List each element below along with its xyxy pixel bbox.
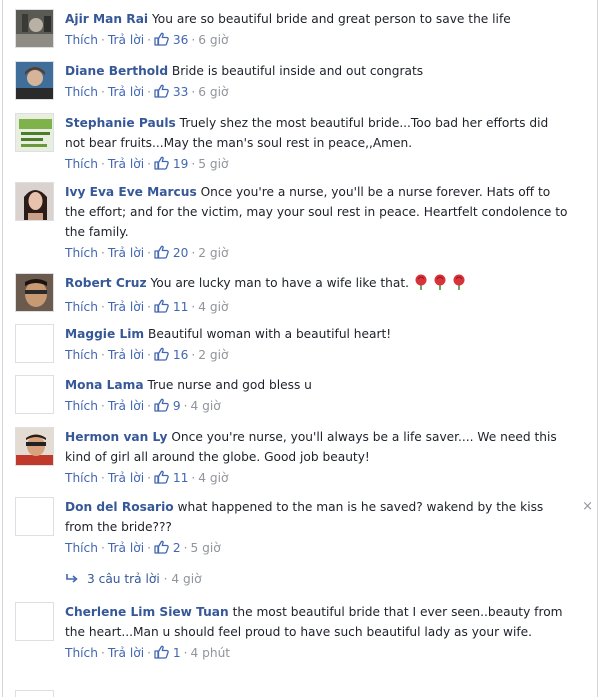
reply-link[interactable]: Trả lời: [108, 33, 144, 47]
comment-time[interactable]: 5 giờ: [190, 541, 220, 555]
like-link[interactable]: Thích: [65, 348, 98, 362]
thumbs-up-icon: [154, 398, 169, 412]
comment-actions: Thích · Trả lời · 33 · 6 giờ: [65, 84, 229, 99]
view-replies-link[interactable]: 3 câu trả lời · 4 giờ: [65, 570, 202, 588]
avatar[interactable]: [15, 113, 54, 152]
comment-time[interactable]: 4 giờ: [198, 300, 228, 314]
avatar[interactable]: [15, 375, 54, 414]
comment-time[interactable]: 4 phút: [190, 646, 230, 660]
comment-time[interactable]: 4 giờ: [190, 399, 220, 413]
comment-time[interactable]: 2 giờ: [198, 348, 228, 362]
thumbs-up-icon: [154, 245, 169, 259]
comment-author[interactable]: Ivy Eva Eve Marcus: [65, 185, 197, 199]
like-link[interactable]: Thích: [65, 541, 98, 555]
like-count[interactable]: 2: [154, 540, 181, 555]
thumbs-up-icon: [154, 156, 169, 170]
like-count[interactable]: 16: [154, 347, 188, 362]
reply-link[interactable]: Trả lời: [108, 399, 144, 413]
like-link[interactable]: Thích: [65, 646, 98, 660]
avatar[interactable]: [15, 427, 54, 466]
reply-link[interactable]: Trả lời: [108, 541, 144, 555]
like-link[interactable]: Thích: [65, 399, 98, 413]
reply-link[interactable]: Trả lời: [108, 246, 144, 260]
comment-author[interactable]: Maggie Lim: [65, 327, 144, 341]
like-count[interactable]: 11: [154, 299, 188, 314]
comment-time[interactable]: 6 giờ: [198, 33, 228, 47]
comment-actions: Thích · Trả lời · 16 · 2 giờ: [65, 347, 229, 362]
avatar[interactable]: [15, 182, 54, 221]
like-count[interactable]: 36: [154, 32, 188, 47]
like-count[interactable]: 11: [154, 470, 188, 485]
thumbs-up-icon: [154, 540, 169, 554]
reply-arrow-icon: [66, 574, 78, 583]
like-link[interactable]: Thích: [65, 246, 98, 260]
comment-actions: Thích · Trả lời · 2 · 5 giờ: [65, 540, 221, 555]
reply-link[interactable]: Trả lời: [108, 300, 144, 314]
comment-author[interactable]: Hermon van Ly: [65, 430, 167, 444]
reply-link[interactable]: Trả lời: [108, 157, 144, 171]
like-count[interactable]: 33: [154, 84, 188, 99]
like-count[interactable]: 19: [154, 156, 188, 171]
thumbs-up-icon: [154, 470, 169, 484]
thumbs-up-icon: [154, 299, 169, 313]
avatar[interactable]: [15, 690, 54, 697]
comment-time[interactable]: 4 giờ: [198, 471, 228, 485]
comment-author[interactable]: Robert Cruz: [65, 276, 147, 290]
comment-text: You are so beautiful bride and great per…: [151, 12, 511, 26]
comment-author[interactable]: Mona Lama: [65, 378, 144, 392]
comment-text: You are lucky man to have a wife like th…: [150, 276, 409, 290]
reply-link[interactable]: Trả lời: [108, 471, 144, 485]
comment-text: True nurse and god bless u: [147, 378, 312, 392]
comment-actions: Thích · Trả lời · 11 · 4 giờ: [65, 470, 229, 485]
reply-link[interactable]: Trả lời: [108, 85, 144, 99]
like-count[interactable]: 9: [154, 398, 181, 413]
like-link[interactable]: Thích: [65, 85, 98, 99]
comment-actions: Thích · Trả lời · 19 · 5 giờ: [65, 156, 229, 171]
avatar[interactable]: [15, 9, 54, 48]
comment-author[interactable]: Diane Berthold: [65, 64, 168, 78]
comments-panel: Ajir Man Rai You are so beautiful bride …: [2, 0, 598, 697]
comment-time[interactable]: 6 giờ: [198, 85, 228, 99]
comment-text: Beautiful woman with a beautiful heart!: [148, 327, 392, 341]
avatar[interactable]: [15, 497, 54, 536]
rose-emoji: [413, 274, 467, 296]
thumbs-up-icon: [154, 84, 169, 98]
comment-actions: Thích · Trả lời · 20 · 2 giờ: [65, 245, 229, 260]
like-link[interactable]: Thích: [65, 157, 98, 171]
avatar[interactable]: [15, 602, 54, 641]
comment-time[interactable]: 5 giờ: [198, 157, 228, 171]
comment-time[interactable]: 2 giờ: [198, 246, 228, 260]
thumbs-up-icon: [154, 347, 169, 361]
avatar[interactable]: [15, 61, 54, 100]
comment-actions: Thích · Trả lời · 11 · 4 giờ: [65, 299, 229, 314]
close-icon[interactable]: ×: [582, 499, 593, 514]
comment-author[interactable]: Stephanie Pauls: [65, 116, 176, 130]
comment-text: Bride is beautiful inside and out congra…: [171, 64, 424, 78]
like-count[interactable]: 1: [154, 645, 181, 660]
comment-author[interactable]: Ajir Man Rai: [65, 12, 148, 26]
like-count[interactable]: 20: [154, 245, 188, 260]
comment-actions: Thích · Trả lời · 9 · 4 giờ: [65, 398, 221, 413]
like-link[interactable]: Thích: [65, 471, 98, 485]
thumbs-up-icon: [154, 645, 169, 659]
comment-actions: Thích · Trả lời · 36 · 6 giờ: [65, 32, 229, 47]
comment-actions: Thích · Trả lời · 1 · 4 phút: [65, 645, 231, 660]
avatar[interactable]: [15, 273, 54, 312]
avatar[interactable]: [15, 324, 54, 363]
like-link[interactable]: Thích: [65, 300, 98, 314]
like-link[interactable]: Thích: [65, 33, 98, 47]
comment-author[interactable]: Cherlene Lim Siew Tuan: [65, 605, 229, 619]
reply-link[interactable]: Trả lời: [108, 348, 144, 362]
reply-link[interactable]: Trả lời: [108, 646, 144, 660]
thumbs-up-icon: [154, 32, 169, 46]
comment-author[interactable]: Don del Rosario: [65, 500, 174, 514]
